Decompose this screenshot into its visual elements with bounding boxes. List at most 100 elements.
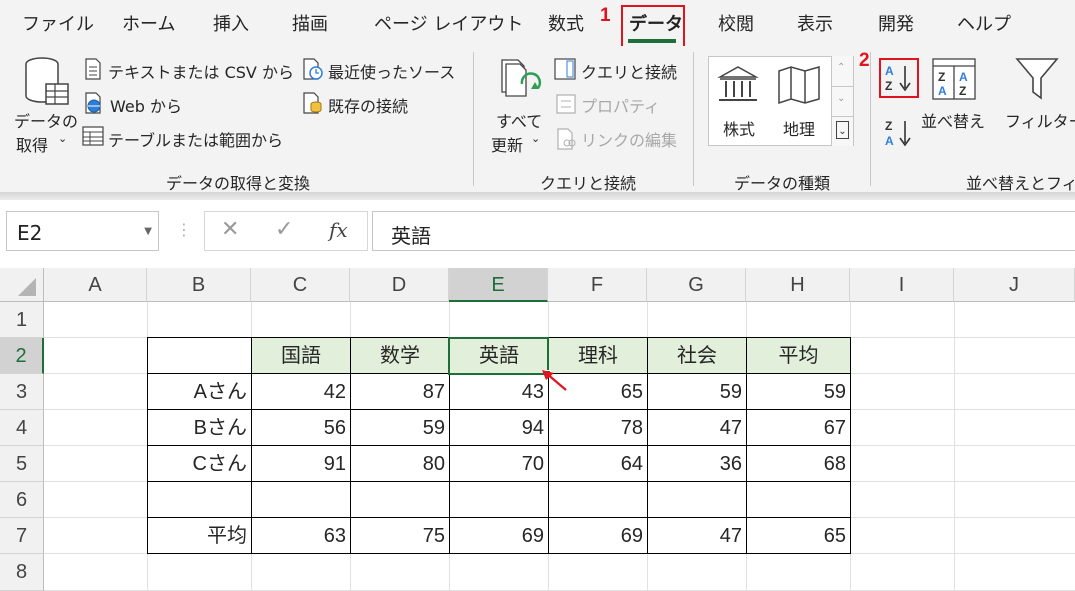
row-header-6[interactable]: 6 (0, 482, 44, 518)
sort-button[interactable]: 並べ替え (921, 108, 985, 132)
value-cell[interactable] (549, 482, 647, 518)
chevron-down-icon[interactable]: ⌄ (531, 132, 540, 145)
column-header-c[interactable]: C (251, 268, 350, 302)
recent-sources-button[interactable]: 最近使ったソース (328, 59, 455, 83)
from-web-button[interactable]: Web から (110, 93, 182, 117)
chevron-down-icon[interactable]: ⌄ (58, 132, 67, 145)
value-cell[interactable]: 64 (549, 446, 647, 482)
enter-check-icon[interactable]: ✓ (275, 217, 293, 242)
column-header-b[interactable]: B (147, 268, 251, 302)
column-header-a[interactable]: A (44, 268, 147, 302)
refresh-all-icon[interactable] (498, 58, 544, 102)
insert-function-icon[interactable]: fx (329, 218, 348, 242)
value-cell[interactable]: 42 (252, 374, 350, 410)
tab-view[interactable]: 表示 (797, 10, 833, 36)
row-header-3[interactable]: 3 (0, 374, 44, 410)
column-header-h[interactable]: H (746, 268, 850, 302)
tab-page-layout[interactable]: ページ レイアウト (374, 10, 523, 36)
stocks-label[interactable]: 株式 (723, 116, 755, 140)
from-text-csv-button[interactable]: テキストまたは CSV から (108, 59, 294, 83)
value-cell[interactable]: 91 (252, 446, 350, 482)
tab-draw[interactable]: 描画 (292, 10, 328, 36)
value-cell[interactable]: 69 (450, 518, 548, 554)
value-cell[interactable]: 63 (252, 518, 350, 554)
row-header-8[interactable]: 8 (0, 554, 44, 591)
value-cell[interactable] (450, 482, 548, 518)
more-options-icon[interactable]: ⋮ (176, 220, 192, 239)
value-cell[interactable]: 65 (747, 518, 850, 554)
select-all-corner[interactable] (0, 268, 44, 302)
tab-developer[interactable]: 開発 (878, 10, 914, 36)
row-header-5[interactable]: 5 (0, 446, 44, 482)
value-cell[interactable]: 47 (648, 410, 746, 446)
row-label-cell[interactable]: 平均 (148, 518, 251, 554)
value-cell[interactable] (351, 482, 449, 518)
get-data-label[interactable]: データの (14, 108, 78, 132)
refresh-all-label-2[interactable]: 更新 (491, 132, 523, 156)
value-cell[interactable]: 59 (648, 374, 746, 410)
tab-formulas[interactable]: 数式 (548, 10, 584, 36)
value-cell[interactable]: 87 (351, 374, 449, 410)
chevron-down-icon[interactable]: ▼ (144, 226, 152, 237)
worksheet-grid[interactable]: A B C D E F G H I J 1 2 3 4 5 6 7 8 国語 数学 英語 理科 社会 平均 Aさん Bさん Cさん平… (0, 268, 1075, 591)
sort-descending-icon[interactable]: Z A (884, 118, 916, 148)
value-cell[interactable]: 75 (351, 518, 449, 554)
from-table-range-button[interactable]: テーブルまたは範囲から (108, 127, 283, 151)
existing-connections-button[interactable]: 既存の接続 (328, 93, 408, 117)
column-header-j[interactable]: J (954, 268, 1075, 302)
row-header-1[interactable]: 1 (0, 302, 44, 338)
table-header-cell[interactable]: 平均 (747, 338, 850, 374)
table-header-cell[interactable]: 国語 (252, 338, 350, 374)
tab-home[interactable]: ホーム (122, 10, 175, 36)
refresh-all-label[interactable]: すべて (496, 108, 542, 132)
column-header-f[interactable]: F (548, 268, 647, 302)
row-label-cell[interactable]: Aさん (148, 374, 251, 410)
value-cell[interactable]: 36 (648, 446, 746, 482)
gallery-scroll-down[interactable]: ⌄ (831, 86, 853, 116)
sort-ascending-icon[interactable]: A Z (884, 63, 916, 93)
tab-insert[interactable]: 挿入 (213, 10, 249, 36)
filter-button[interactable]: フィルター (1005, 108, 1075, 132)
value-cell[interactable] (747, 482, 850, 518)
value-cell[interactable]: 70 (450, 446, 548, 482)
value-cell[interactable]: 59 (747, 374, 850, 410)
table-header-cell[interactable]: 数学 (351, 338, 449, 374)
gallery-scroll-up[interactable]: ⌃ (831, 56, 853, 86)
column-header-e[interactable]: E (449, 268, 548, 302)
geography-map-icon[interactable] (777, 65, 821, 105)
value-cell[interactable]: 78 (549, 410, 647, 446)
geography-label[interactable]: 地理 (783, 116, 815, 140)
sort-dialog-icon[interactable]: Z A A Z (932, 58, 976, 100)
row-header-7[interactable]: 7 (0, 518, 44, 554)
value-cell[interactable]: 69 (549, 518, 647, 554)
database-icon[interactable] (22, 56, 72, 108)
table-header-cell[interactable]: 社会 (648, 338, 746, 374)
gallery-expand[interactable]: ⌄ (831, 116, 853, 146)
value-cell[interactable] (252, 482, 350, 518)
filter-funnel-icon[interactable] (1015, 56, 1059, 102)
row-label-cell[interactable]: Cさん (148, 446, 251, 482)
value-cell[interactable]: 94 (450, 410, 548, 446)
column-header-g[interactable]: G (647, 268, 746, 302)
value-cell[interactable]: 67 (747, 410, 850, 446)
queries-connections-button[interactable]: クエリと接続 (581, 59, 677, 83)
value-cell[interactable]: 56 (252, 410, 350, 446)
cancel-icon[interactable]: ✕ (221, 217, 239, 242)
value-cell[interactable]: 43 (450, 374, 548, 410)
tab-review[interactable]: 校閲 (718, 10, 754, 36)
value-cell[interactable]: 80 (351, 446, 449, 482)
row-header-2[interactable]: 2 (0, 338, 44, 374)
tab-file[interactable]: ファイル (22, 10, 94, 36)
name-box[interactable]: E2 ▼ (6, 211, 159, 251)
row-label-cell[interactable]: Bさん (148, 410, 251, 446)
value-cell[interactable]: 68 (747, 446, 850, 482)
value-cell[interactable]: 47 (648, 518, 746, 554)
formula-input[interactable]: 英語 (372, 211, 1075, 251)
column-header-i[interactable]: I (850, 268, 954, 302)
get-data-label-2[interactable]: 取得 (16, 132, 48, 156)
column-header-d[interactable]: D (350, 268, 449, 302)
value-cell[interactable]: 59 (351, 410, 449, 446)
value-cell[interactable] (648, 482, 746, 518)
stocks-bank-icon[interactable] (717, 65, 759, 105)
tab-help[interactable]: ヘルプ (957, 10, 1011, 36)
